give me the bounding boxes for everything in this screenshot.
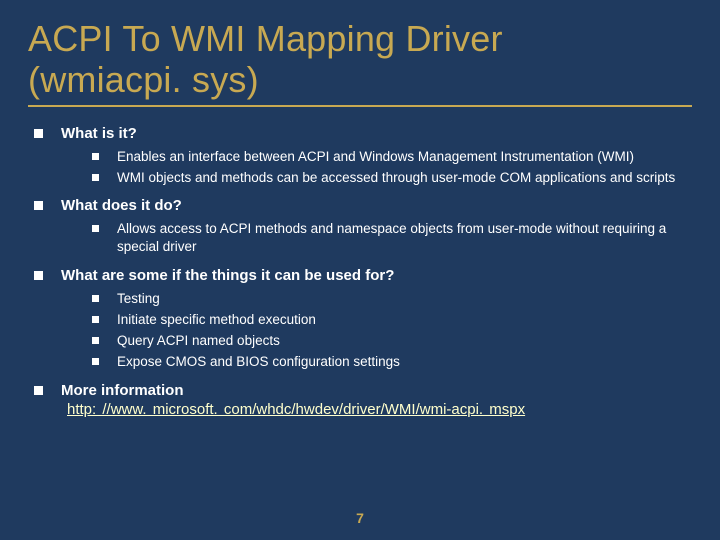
section-what-is-it: What is it? Enables an interface between…	[34, 125, 692, 187]
square-bullet-icon	[92, 337, 99, 344]
square-bullet-icon	[92, 295, 99, 302]
square-bullet-icon	[92, 174, 99, 181]
square-bullet-icon	[34, 386, 43, 395]
list-item: Enables an interface between ACPI and Wi…	[92, 148, 692, 166]
title-line-1: ACPI To WMI Mapping Driver	[28, 18, 503, 59]
square-bullet-icon	[92, 225, 99, 232]
slide-title: ACPI To WMI Mapping Driver (wmiacpi. sys…	[28, 18, 692, 107]
list-item: Expose CMOS and BIOS configuration setti…	[92, 353, 692, 371]
square-bullet-icon	[34, 201, 43, 210]
square-bullet-icon	[92, 153, 99, 160]
more-info-link[interactable]: http: //www. microsoft. com/whdc/hwdev/d…	[67, 401, 525, 418]
list-item-text: WMI objects and methods can be accessed …	[117, 169, 675, 187]
list-item: Allows access to ACPI methods and namesp…	[92, 220, 692, 256]
section-what-does-it-do: What does it do? Allows access to ACPI m…	[34, 197, 692, 256]
square-bullet-icon	[34, 271, 43, 280]
sub-list: Enables an interface between ACPI and Wi…	[34, 148, 692, 187]
section-more-info: More information http: //www. microsoft.…	[34, 382, 692, 419]
sub-list: Allows access to ACPI methods and namesp…	[34, 220, 692, 256]
section-heading: What does it do?	[61, 197, 182, 214]
list-item: Initiate specific method execution	[92, 311, 692, 329]
square-bullet-icon	[92, 316, 99, 323]
list-item-text: Initiate specific method execution	[117, 311, 316, 329]
list-item: WMI objects and methods can be accessed …	[92, 169, 692, 187]
page-number: 7	[0, 510, 720, 526]
section-used-for: What are some if the things it can be us…	[34, 267, 692, 372]
section-heading: More information	[61, 382, 184, 399]
list-item: Testing	[92, 290, 692, 308]
title-line-2: (wmiacpi. sys)	[28, 59, 259, 100]
list-item-text: Query ACPI named objects	[117, 332, 280, 350]
list-item: Query ACPI named objects	[92, 332, 692, 350]
square-bullet-icon	[92, 358, 99, 365]
section-heading: What is it?	[61, 125, 137, 142]
content-list: What is it? Enables an interface between…	[28, 125, 692, 419]
list-item-text: Allows access to ACPI methods and namesp…	[117, 220, 692, 256]
square-bullet-icon	[34, 129, 43, 138]
list-item-text: Expose CMOS and BIOS configuration setti…	[117, 353, 400, 371]
list-item-text: Testing	[117, 290, 160, 308]
section-heading: What are some if the things it can be us…	[61, 267, 394, 284]
sub-list: Testing Initiate specific method executi…	[34, 290, 692, 372]
list-item-text: Enables an interface between ACPI and Wi…	[117, 148, 634, 166]
